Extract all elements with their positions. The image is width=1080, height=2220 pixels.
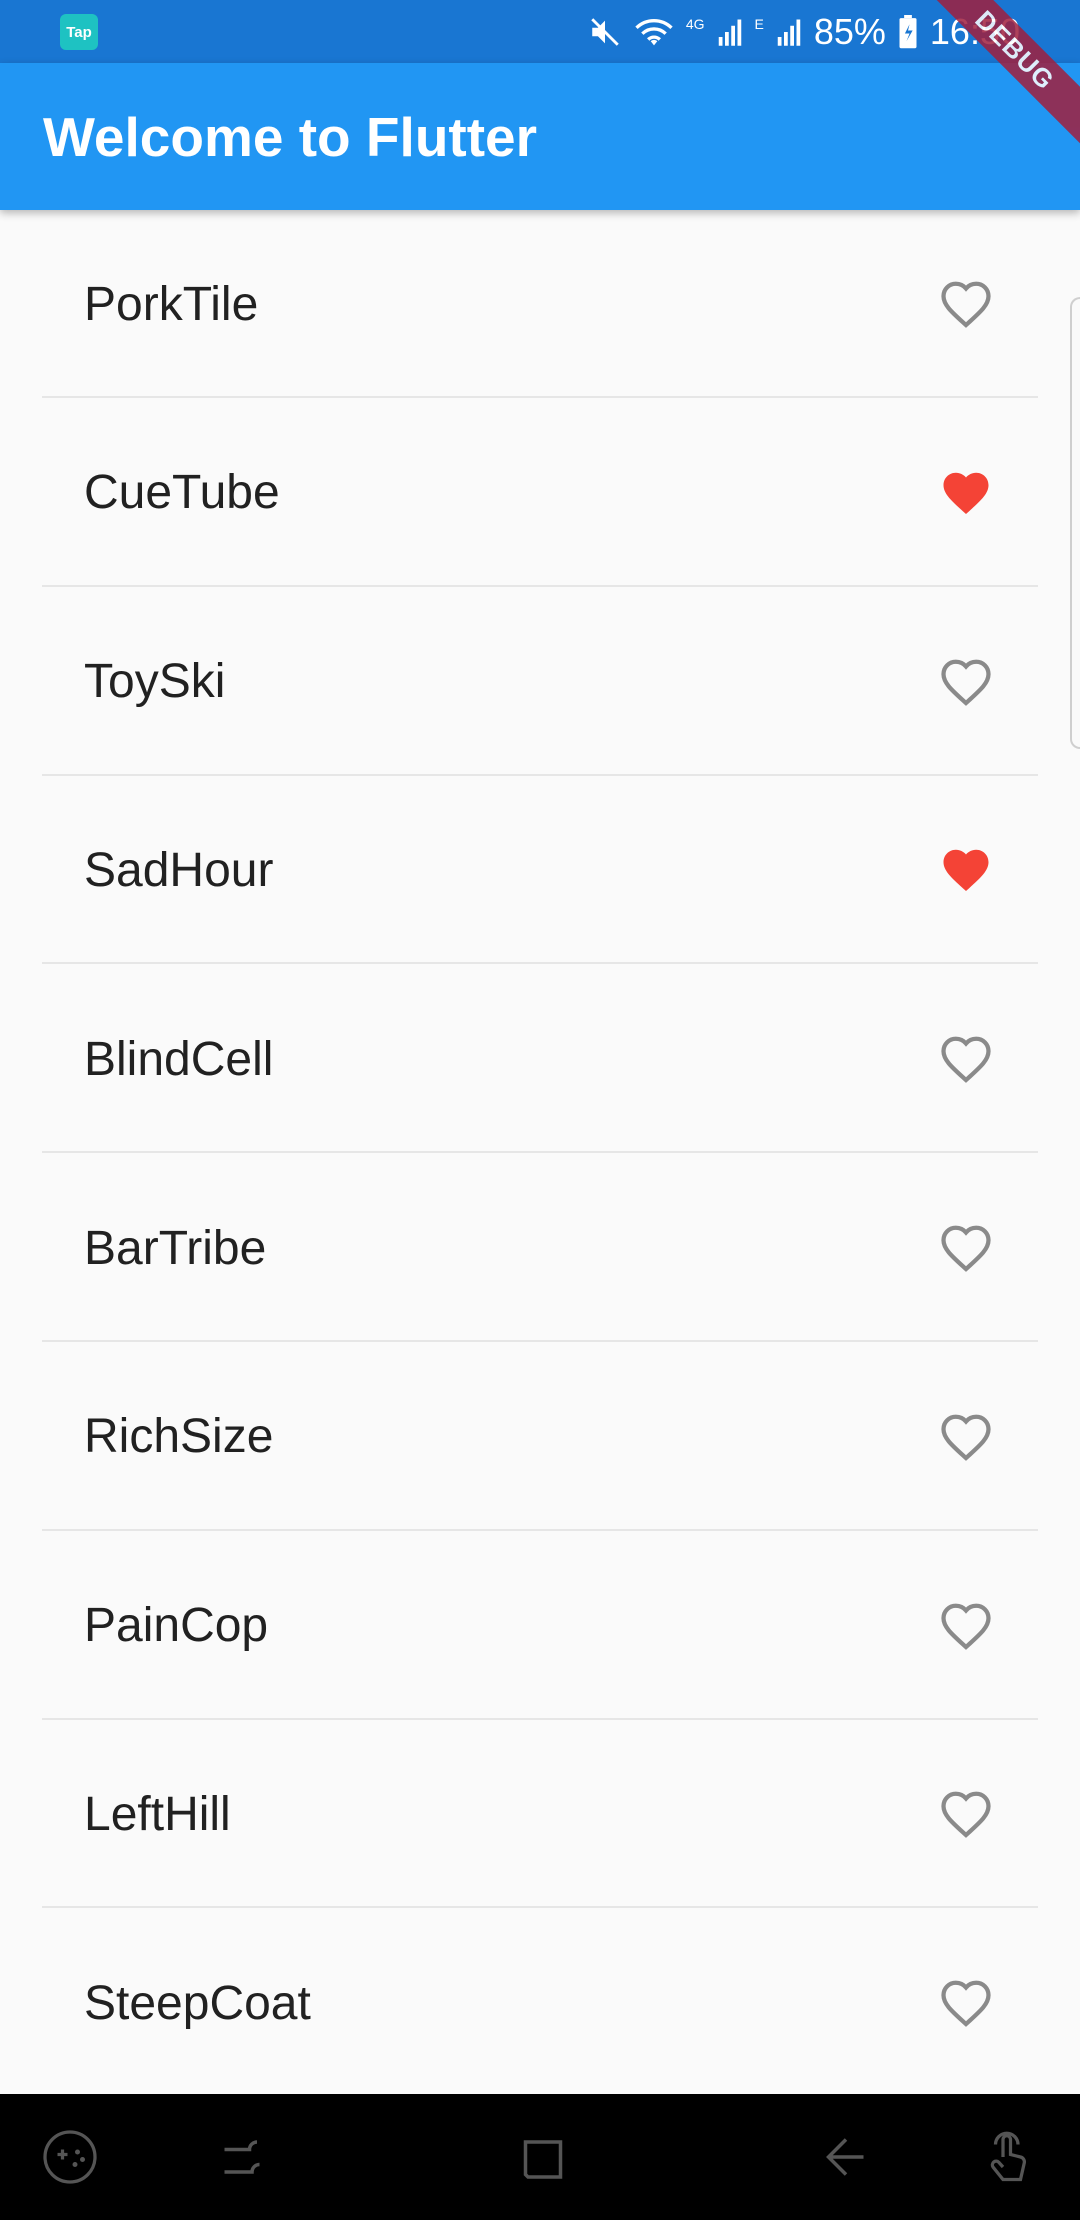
list-item-label: LeftHill <box>84 1787 231 1841</box>
favorite-border-icon[interactable] <box>938 1976 994 2030</box>
network-4g-label: 4G <box>685 15 705 32</box>
network-e-label: E <box>754 15 764 32</box>
favorite-border-icon[interactable] <box>938 277 994 331</box>
list-item-label: ToySki <box>84 655 226 709</box>
status-bar: Tap 4G E 85% 16:50 <box>0 0 1080 63</box>
favorite-border-icon[interactable] <box>938 1032 994 1086</box>
list-item-label: BlindCell <box>84 1032 274 1086</box>
favorite-border-icon[interactable] <box>938 1787 994 1841</box>
list-item[interactable]: LeftHill <box>42 1720 1038 1909</box>
word-list[interactable]: PorkTile CueTube ToySki SadHour BlindCell Bar… <box>0 210 1080 2094</box>
touch-gesture-icon[interactable] <box>978 2127 1038 2187</box>
favorite-border-icon[interactable] <box>938 1599 994 1653</box>
game-tools-icon[interactable] <box>40 2127 100 2187</box>
tap-app-icon: Tap <box>60 14 98 50</box>
favorite-filled-icon[interactable] <box>938 466 994 520</box>
battery-icon <box>899 14 917 48</box>
list-item-label: CueTube <box>84 466 280 520</box>
favorite-border-icon[interactable] <box>938 1221 994 1275</box>
list-item[interactable]: RichSize <box>42 1343 1038 1531</box>
list-item-label: SteepCoat <box>84 1976 311 2030</box>
navigation-bar <box>0 2094 1080 2220</box>
list-item-label: PainCop <box>84 1599 269 1653</box>
wifi-icon <box>635 18 673 45</box>
favorite-border-icon[interactable] <box>938 1410 994 1464</box>
app-bar: Welcome to Flutter <box>0 63 1080 210</box>
list-item[interactable]: CueTube <box>42 399 1038 587</box>
home-icon[interactable] <box>513 2127 573 2187</box>
app-bar-title: Welcome to Flutter <box>43 105 538 168</box>
battery-percent: 85% <box>813 10 886 52</box>
list-item-label: SadHour <box>84 843 274 897</box>
recent-apps-icon[interactable] <box>212 2127 272 2187</box>
list-item[interactable]: BlindCell <box>42 965 1038 1154</box>
favorite-filled-icon[interactable] <box>938 843 994 897</box>
list-item[interactable]: SadHour <box>42 776 1038 965</box>
list-item-label: BarTribe <box>84 1221 267 1275</box>
list-item-label: RichSize <box>84 1410 274 1464</box>
list-item-label: PorkTile <box>84 277 259 331</box>
list-item[interactable]: BarTribe <box>42 1154 1038 1342</box>
scroll-indicator[interactable] <box>1070 297 1080 749</box>
mute-icon <box>591 17 619 46</box>
list-item[interactable]: PorkTile <box>42 210 1038 398</box>
cell-signal-icon-2 <box>777 19 801 46</box>
list-item[interactable]: ToySki <box>42 588 1038 776</box>
list-item[interactable]: SteepCoat <box>42 1909 1038 2094</box>
cell-signal-icon <box>718 19 741 46</box>
back-icon[interactable] <box>816 2127 876 2187</box>
list-item[interactable]: PainCop <box>42 1532 1038 1720</box>
tap-app-icon-label: Tap <box>66 23 92 41</box>
favorite-border-icon[interactable] <box>938 655 994 709</box>
